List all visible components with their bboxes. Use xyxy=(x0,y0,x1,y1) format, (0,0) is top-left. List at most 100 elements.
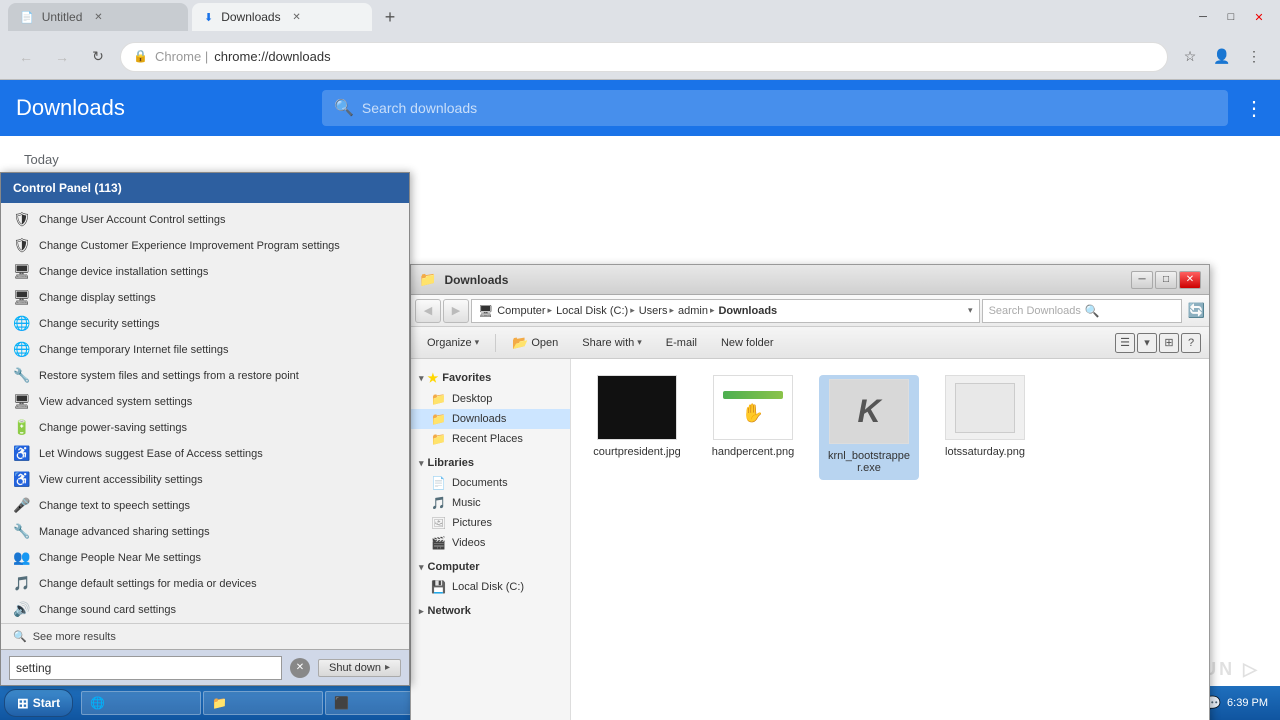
minimize-button[interactable]: ─ xyxy=(1190,8,1216,26)
sidebar-item-downloads[interactable]: 📁 Downloads xyxy=(411,409,570,429)
explorer-back[interactable]: ◀ xyxy=(415,299,441,323)
computer-header[interactable]: ▾ Computer xyxy=(411,557,570,577)
forward-button[interactable]: → xyxy=(48,43,76,71)
tab-untitled-close[interactable]: ✕ xyxy=(90,9,106,25)
cp-item-5[interactable]: 🌐 Change temporary Internet file setting… xyxy=(1,337,409,363)
shutdown-button[interactable]: Shut down ▸ xyxy=(318,659,401,677)
sidebar-item-desktop[interactable]: 📁 Desktop xyxy=(411,389,570,409)
more-options-icon[interactable]: ⋮ xyxy=(1244,96,1264,121)
explorer-forward[interactable]: ▶ xyxy=(443,299,469,323)
network-header[interactable]: ▸ Network xyxy=(411,601,570,621)
computer-section: ▾ Computer 💾 Local Disk (C:) xyxy=(411,557,570,597)
breadcrumb-downloads[interactable]: Downloads xyxy=(718,305,777,317)
address-dropdown-icon[interactable]: ▾ xyxy=(968,305,973,316)
cp-label-9: Let Windows suggest Ease of Access setti… xyxy=(39,448,263,460)
folder-icon: 📁 xyxy=(419,271,436,288)
documents-label: Documents xyxy=(452,477,508,489)
cp-item-7[interactable]: 🖥 View advanced system settings xyxy=(1,389,409,415)
start-search-input[interactable] xyxy=(9,656,282,680)
cp-icon-9: ♿ xyxy=(13,445,31,463)
sidebar-item-pictures[interactable]: 🖼 Pictures xyxy=(411,513,570,533)
tab-downloads[interactable]: ⬇ Downloads ✕ xyxy=(192,3,372,31)
sidebar-item-recent-places[interactable]: 📁 Recent Places xyxy=(411,429,570,449)
sidebar-item-documents[interactable]: 📄 Documents xyxy=(411,473,570,493)
cp-item-8[interactable]: 🔋 Change power-saving settings xyxy=(1,415,409,441)
start-button[interactable]: ⊞ Start xyxy=(4,689,73,717)
file-krnl-bootstrapper[interactable]: K krnl_bootstrapper.exe xyxy=(819,375,919,480)
explorer-search-icon[interactable]: 🔍 xyxy=(1085,304,1100,318)
favorites-header[interactable]: ▾ ★ Favorites xyxy=(411,367,570,389)
close-button[interactable]: ✕ xyxy=(1246,8,1272,26)
cp-item-1[interactable]: 🛡 Change Customer Experience Improvement… xyxy=(1,233,409,259)
cp-item-2[interactable]: 🖥 Change device installation settings xyxy=(1,259,409,285)
cp-item-15[interactable]: 🔊 Change sound card settings xyxy=(1,597,409,623)
new-folder-button[interactable]: New folder xyxy=(713,335,782,351)
back-button[interactable]: ← xyxy=(12,43,40,71)
cp-label-8: Change power-saving settings xyxy=(39,422,187,434)
libraries-header[interactable]: ▾ Libraries xyxy=(411,453,570,473)
file-handpercent[interactable]: ✋ handpercent.png xyxy=(703,375,803,480)
breadcrumb-users[interactable]: Users ▸ xyxy=(639,305,674,317)
taskbar-item-explorer[interactable]: 📁 xyxy=(203,691,323,715)
breadcrumb-admin[interactable]: admin ▸ xyxy=(678,305,715,317)
cp-item-6[interactable]: 🔧 Restore system files and settings from… xyxy=(1,363,409,389)
maximize-button[interactable]: □ xyxy=(1218,8,1244,26)
open-button[interactable]: 📂 Open xyxy=(504,333,566,353)
network-section: ▸ Network xyxy=(411,601,570,621)
more-icon[interactable]: ⋮ xyxy=(1240,43,1268,71)
cp-icon-0: 🛡 xyxy=(13,211,31,229)
profile-icon[interactable]: 👤 xyxy=(1208,43,1236,71)
cp-item-3[interactable]: 🖥 Change display settings xyxy=(1,285,409,311)
explorer-maximize[interactable]: □ xyxy=(1155,271,1177,289)
view-dropdown-button[interactable]: ▾ xyxy=(1137,333,1157,353)
cp-item-10[interactable]: ♿ View current accessibility settings xyxy=(1,467,409,493)
cp-item-12[interactable]: 🔧 Manage advanced sharing settings xyxy=(1,519,409,545)
file-label-krnl: krnl_bootstrapper.exe xyxy=(823,448,915,476)
address-bar: ← → ↻ 🔒 Chrome | chrome://downloads ☆ 👤 … xyxy=(0,34,1280,80)
email-button[interactable]: E-mail xyxy=(658,335,705,351)
cp-item-4[interactable]: 🌐 Change security settings xyxy=(1,311,409,337)
search-clear-button[interactable]: ✕ xyxy=(290,658,310,678)
breadcrumb-localdisk[interactable]: Local Disk (C:) ▸ xyxy=(556,305,635,317)
local-disk-icon: 💾 xyxy=(431,580,446,594)
search-input[interactable] xyxy=(362,100,1216,116)
address-input[interactable]: 🔒 Chrome | chrome://downloads xyxy=(120,42,1168,72)
bookmarks-icon[interactable]: ☆ xyxy=(1176,43,1204,71)
sidebar-item-music[interactable]: 🎵 Music xyxy=(411,493,570,513)
favorites-label: Favorites xyxy=(442,372,491,384)
view-details-button[interactable]: ⊞ xyxy=(1159,333,1179,353)
cp-label-1: Change Customer Experience Improvement P… xyxy=(39,240,340,252)
tab-downloads-close[interactable]: ✕ xyxy=(289,9,305,25)
file-courtpresident[interactable]: courtpresident.jpg xyxy=(587,375,687,480)
explorer-content: courtpresident.jpg ✋ handpercent.png xyxy=(571,359,1209,720)
cp-item-11[interactable]: 🎤 Change text to speech settings xyxy=(1,493,409,519)
see-more-results[interactable]: 🔍 See more results xyxy=(1,623,409,649)
view-list-button[interactable]: ☰ xyxy=(1115,333,1135,353)
cp-item-9[interactable]: ♿ Let Windows suggest Ease of Access set… xyxy=(1,441,409,467)
refresh-icon[interactable]: 🔄 xyxy=(1188,302,1205,319)
breadcrumb-computer[interactable]: Computer ▸ xyxy=(497,305,552,317)
cp-item-13[interactable]: 👥 Change People Near Me settings xyxy=(1,545,409,571)
new-tab-button[interactable]: + xyxy=(376,3,404,31)
explorer-minimize[interactable]: ─ xyxy=(1131,271,1153,289)
cp-item-0[interactable]: 🛡 Change User Account Control settings xyxy=(1,207,409,233)
file-label-handpercent: handpercent.png xyxy=(708,444,799,460)
green-bar xyxy=(723,391,783,399)
cp-label-4: Change security settings xyxy=(39,318,159,330)
taskbar-item-ie[interactable]: 🌐 xyxy=(81,691,201,715)
tab-untitled[interactable]: 📄 Untitled ✕ xyxy=(8,3,188,31)
explorer-close[interactable]: ✕ xyxy=(1179,271,1201,289)
refresh-button[interactable]: ↻ xyxy=(84,43,112,71)
help-button[interactable]: ? xyxy=(1181,333,1201,353)
favorites-expand-icon: ▾ xyxy=(419,373,424,384)
share-with-button[interactable]: Share with ▾ xyxy=(574,335,650,351)
explorer-search-box[interactable]: Search Downloads 🔍 xyxy=(982,299,1182,323)
downloads-header: Downloads 🔍 ⋮ xyxy=(0,80,1280,136)
sidebar-item-local-disk[interactable]: 💾 Local Disk (C:) xyxy=(411,577,570,597)
explorer-address-bar[interactable]: 🖥 Computer ▸ Local Disk (C:) ▸ Users ▸ xyxy=(471,299,980,323)
file-lotssaturday[interactable]: lotssaturday.png xyxy=(935,375,1035,480)
cp-item-14[interactable]: 🎵 Change default settings for media or d… xyxy=(1,571,409,597)
sidebar-item-videos[interactable]: 🎬 Videos xyxy=(411,533,570,553)
downloads-search-bar[interactable]: 🔍 xyxy=(322,90,1228,126)
organize-button[interactable]: Organize ▾ xyxy=(419,335,487,351)
